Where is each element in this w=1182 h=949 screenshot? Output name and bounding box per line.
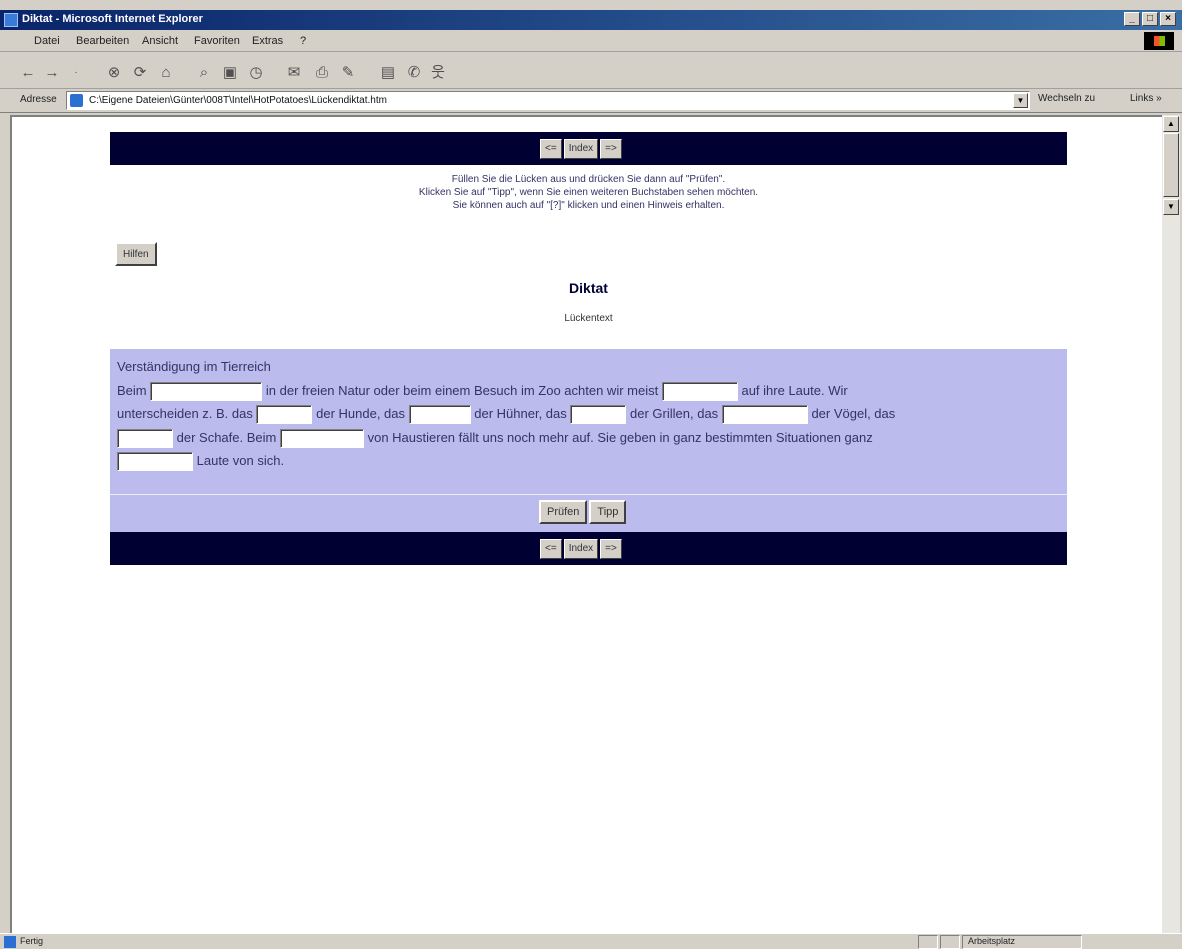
check-button[interactable]: Prüfen — [539, 500, 588, 524]
gap-input-1[interactable] — [150, 381, 263, 401]
menu-tools[interactable]: Extras — [252, 35, 283, 47]
exercise-title: Diktat — [569, 280, 608, 296]
stop-icon[interactable]: ⊗ — [104, 63, 124, 83]
address-input[interactable]: C:\Eigene Dateien\Günter\008T\Intel\HotP… — [66, 91, 1030, 110]
status-text: Fertig — [20, 936, 44, 946]
forward-icon[interactable]: → — [42, 63, 62, 83]
go-button[interactable]: Wechseln zu — [1038, 93, 1095, 104]
nav-back-button[interactable]: <= — [540, 139, 562, 159]
gap-input-7[interactable] — [117, 428, 173, 448]
text-segment: in der freien Natur oder beim einem Besu… — [265, 382, 659, 398]
links-button[interactable]: Links » — [1130, 93, 1162, 104]
window-title: Diktat - Microsoft Internet Explorer — [22, 13, 203, 25]
gap-input-3[interactable] — [256, 405, 313, 425]
exercise-heading: Verständigung im Tierreich — [117, 359, 271, 374]
nav-back-button[interactable]: <= — [540, 539, 562, 559]
instructions: Füllen Sie die Lücken aus und drücken Si… — [110, 173, 1067, 212]
messenger-icon[interactable]: ✆ — [404, 63, 424, 83]
text-segment: von Haustieren fällt uns noch mehr auf. … — [367, 429, 873, 445]
nav-index-button[interactable]: Index — [563, 539, 599, 559]
menu-edit[interactable]: Bearbeiten — [76, 35, 129, 47]
nav-forward-button[interactable]: => — [600, 539, 622, 559]
page-status-icon — [4, 936, 16, 948]
status-cell — [918, 935, 938, 949]
text-segment: Beim — [117, 382, 147, 398]
menu-view[interactable]: Ansicht — [142, 35, 178, 47]
menu-help[interactable]: ? — [300, 35, 306, 47]
text-segment: der Hunde, das — [316, 406, 406, 421]
print-icon[interactable]: ⎙ — [312, 63, 332, 83]
instruction-line: Füllen Sie die Lücken aus und drücken Si… — [451, 174, 726, 185]
vertical-scrollbar[interactable]: ▲ ▼ — [1162, 115, 1180, 933]
refresh-icon[interactable]: ⟳ — [130, 63, 150, 83]
close-button[interactable]: × — [1160, 12, 1176, 26]
back-icon[interactable]: ← — [18, 63, 38, 83]
toolbar: ← → · ⊗ ⟳ ⌂ ⌕ ▣ ◷ ✉ ⎙ ✎ ▤ ✆ 웃 — [0, 53, 1182, 89]
nav-forward-button[interactable]: => — [600, 139, 622, 159]
mail-icon[interactable]: ✉ — [284, 63, 304, 83]
gap-input-9[interactable] — [117, 452, 193, 472]
address-bar: Adresse C:\Eigene Dateien\Günter\008T\In… — [0, 89, 1182, 113]
gap-input-4[interactable] — [408, 405, 471, 425]
text-segment: der Grillen, das — [630, 406, 719, 421]
text-segment: unterscheiden z. B. das — [117, 406, 253, 421]
instruction-line: Klicken Sie auf "Tipp", wenn Sie einen w… — [418, 187, 759, 198]
dropdown-icon[interactable]: · — [66, 63, 86, 83]
nav-index-button[interactable]: Index — [563, 139, 599, 159]
hints-button[interactable]: Hilfen — [115, 242, 157, 266]
scroll-up-icon[interactable]: ▲ — [1163, 116, 1179, 132]
scroll-down-icon[interactable]: ▼ — [1163, 199, 1179, 215]
text-segment: der Hühner, das — [474, 406, 567, 421]
exercise-box: Verständigung im Tierreich Beim in der f… — [110, 349, 1067, 532]
title-bar: Diktat - Microsoft Internet Explorer _ □… — [0, 10, 1182, 30]
status-cell — [940, 935, 960, 949]
user-icon[interactable]: 웃 — [428, 63, 448, 83]
exercise-subtitle: Lückentext — [564, 313, 613, 324]
text-segment: der Schafe. Beim — [176, 429, 277, 445]
text-segment: der Vögel, das — [811, 406, 896, 421]
edit-icon[interactable]: ✎ — [338, 63, 358, 83]
menu-favorites[interactable]: Favoriten — [194, 35, 240, 47]
gap-input-5[interactable] — [570, 405, 627, 425]
menu-bar: Datei Bearbeiten Ansicht Favoriten Extra… — [0, 30, 1182, 52]
ie-icon — [4, 13, 18, 27]
page-viewport: <= Index => Füllen Sie die Lücken aus un… — [10, 115, 1162, 933]
bottom-navbar: <= Index => — [110, 532, 1067, 565]
divider — [110, 494, 1067, 495]
favorites-icon[interactable]: ▣ — [220, 63, 240, 83]
discuss-icon[interactable]: ▤ — [378, 63, 398, 83]
menu-file[interactable]: Datei — [34, 35, 60, 47]
history-icon[interactable]: ◷ — [246, 63, 266, 83]
status-bar: Fertig Arbeitsplatz — [0, 933, 1182, 949]
browser-window: Diktat - Microsoft Internet Explorer _ □… — [0, 0, 1182, 949]
search-icon[interactable]: ⌕ — [194, 63, 214, 83]
instruction-line: Sie können auch auf "[?]" klicken und ei… — [452, 200, 725, 211]
maximize-button[interactable]: □ — [1142, 12, 1158, 26]
top-navbar: <= Index => — [110, 132, 1067, 165]
gap-input-6[interactable] — [721, 405, 808, 425]
address-url: C:\Eigene Dateien\Günter\008T\Intel\HotP… — [89, 95, 387, 106]
gap-input-8[interactable] — [279, 428, 364, 448]
windows-logo-icon — [1144, 32, 1174, 50]
tip-button[interactable]: Tipp — [589, 500, 627, 524]
scroll-thumb[interactable] — [1163, 133, 1179, 197]
text-segment: Laute von sich. — [196, 453, 285, 468]
address-dropdown-icon[interactable]: ▼ — [1013, 93, 1028, 108]
gap-input-2[interactable] — [661, 381, 738, 401]
zone-text: Arbeitsplatz — [968, 936, 1016, 946]
minimize-button[interactable]: _ — [1124, 12, 1140, 26]
text-segment: auf ihre Laute. Wir — [741, 382, 848, 398]
cloze-text: Verständigung im Tierreich Beim in der f… — [117, 355, 1057, 473]
address-label: Adresse — [20, 94, 57, 105]
home-icon[interactable]: ⌂ — [156, 63, 176, 83]
page-icon — [70, 94, 83, 107]
